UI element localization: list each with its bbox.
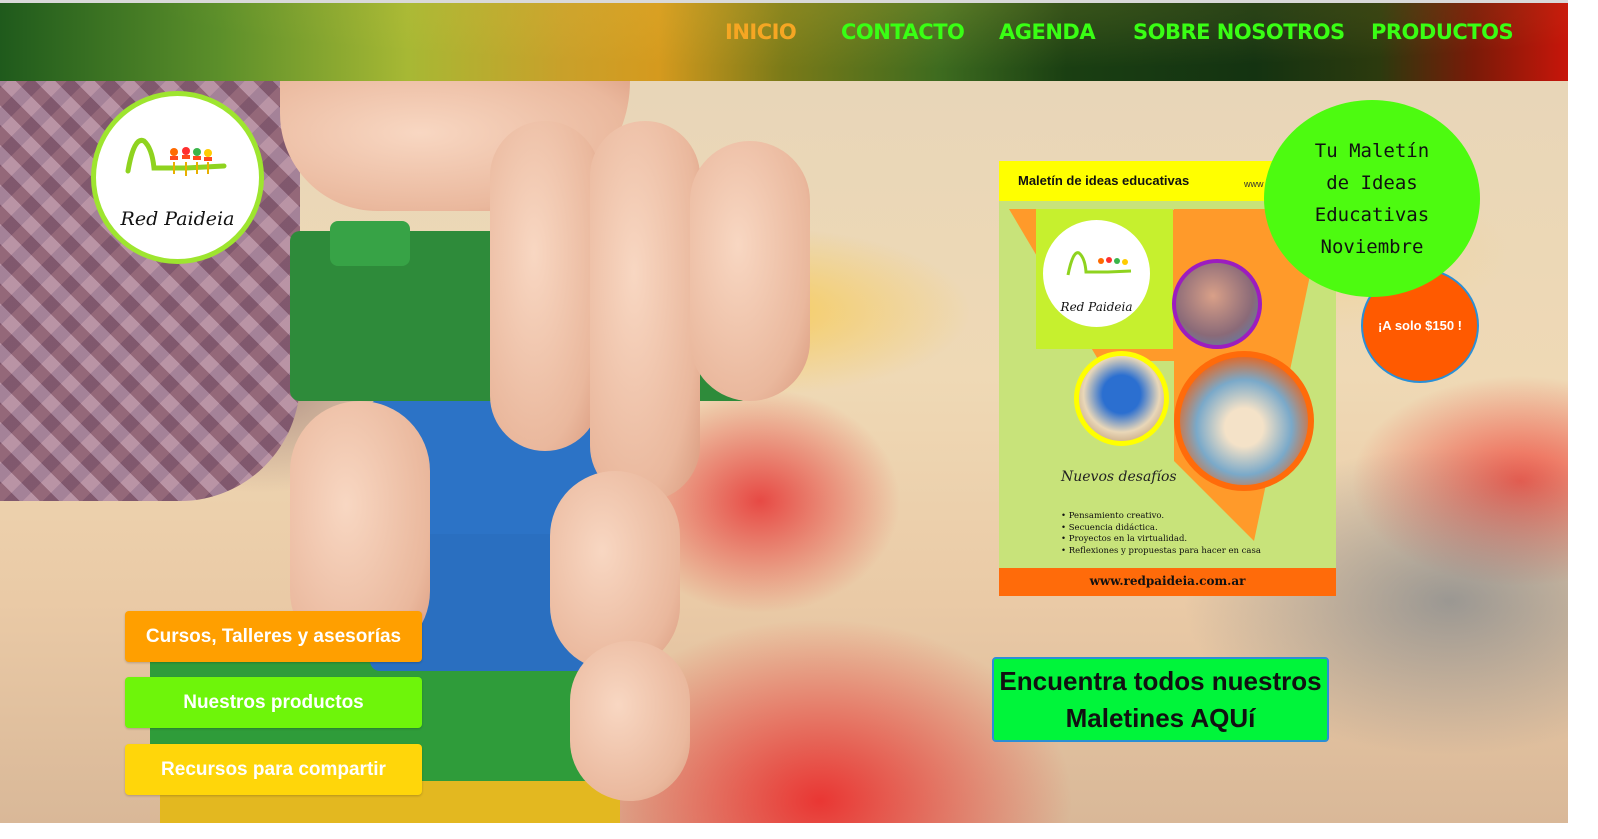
- poster-photo-paint: [1174, 351, 1314, 491]
- poster-bullet-list: Pensamiento creativo. Secuencia didáctic…: [1061, 511, 1261, 557]
- green-stud-shape: [330, 221, 410, 266]
- cta-line: Maletines AQUí: [1065, 702, 1256, 733]
- nav-inicio[interactable]: INICIO: [725, 20, 797, 44]
- logo-text: Red Paideia: [120, 208, 235, 230]
- poster-bullet: Reflexiones y propuestas para hacer en c…: [1061, 546, 1261, 558]
- logo-figures-icon: [125, 137, 227, 176]
- promo-title-line: Educativas: [1314, 203, 1430, 226]
- nuestros-productos-button[interactable]: Nuestros productos: [125, 677, 422, 728]
- poster-logo-icon: [1066, 251, 1132, 276]
- poster-bullet: Pensamiento creativo.: [1061, 511, 1261, 523]
- cta-line: Encuentra todos nuestros: [999, 665, 1322, 696]
- poster-logo-circle: Red Paideia: [1039, 216, 1154, 331]
- nav-agenda[interactable]: AGENDA: [999, 20, 1096, 44]
- poster-footer: www.redpaideia.com.ar: [999, 568, 1336, 596]
- promo-title-line: de Ideas: [1326, 171, 1418, 194]
- finger-shape-3: [690, 141, 810, 401]
- nav-productos[interactable]: PRODUCTOS: [1371, 20, 1514, 44]
- poster-footer-url: www.redpaideia.com.ar: [1089, 574, 1246, 588]
- cursos-talleres-button[interactable]: Cursos, Talleres y asesorías: [125, 611, 422, 662]
- promo-title-line: Noviembre: [1320, 235, 1424, 258]
- finger-shape-2: [590, 121, 700, 501]
- finger-shape-4: [570, 641, 690, 801]
- price-text: ¡A solo $150 !: [1377, 318, 1463, 333]
- thumb-shape: [550, 471, 680, 671]
- promo-title-line: Tu Maletín: [1314, 139, 1430, 162]
- nav-sobre-nosotros[interactable]: SOBRE NOSOTROS: [1133, 20, 1345, 44]
- top-navigation: INICIO CONTACTO AGENDA SOBRE NOSOTROS PR…: [0, 3, 1568, 81]
- promo-title-bubble: Tu Maletín de Ideas Educativas Noviembre: [1264, 100, 1480, 297]
- poster-bullet: Secuencia didáctica.: [1061, 523, 1261, 535]
- poster-bullet: Proyectos en la virtualidad.: [1061, 534, 1261, 546]
- nav-contacto[interactable]: CONTACTO: [841, 20, 965, 44]
- recursos-compartir-button[interactable]: Recursos para compartir: [125, 744, 422, 795]
- page: INICIO CONTACTO AGENDA SOBRE NOSOTROS PR…: [0, 0, 1568, 823]
- poster-logo-text: Red Paideia: [1060, 300, 1133, 314]
- poster-photo-child: [1172, 259, 1262, 349]
- poster-subtitle: Nuevos desafíos: [1061, 469, 1177, 485]
- right-margin: [1568, 0, 1598, 839]
- bottom-margin: [0, 823, 1598, 839]
- finger-shape: [490, 121, 600, 451]
- poster-photo-computer: [1074, 351, 1169, 446]
- site-logo[interactable]: Red Paideia: [91, 91, 264, 264]
- maletines-cta-button[interactable]: Encuentra todos nuestros Maletines AQUí: [992, 657, 1329, 742]
